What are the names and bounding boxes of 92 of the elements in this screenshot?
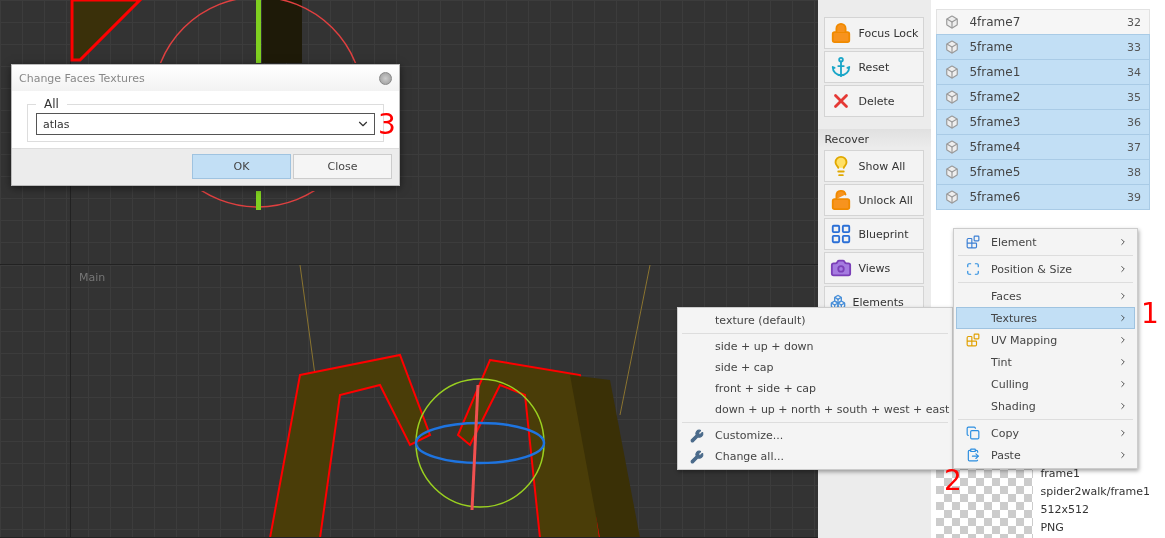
element-row[interactable]: 5frame5 38 <box>936 159 1150 185</box>
chevron-right-icon <box>1118 401 1128 411</box>
element-row[interactable]: 5frame4 37 <box>936 134 1150 160</box>
group-label: All <box>43 97 60 111</box>
element-name: 5frame <box>969 40 1014 54</box>
element-number: 38 <box>1127 165 1141 179</box>
paste-icon <box>966 448 980 462</box>
menu-item[interactable]: side + cap <box>680 357 950 378</box>
wrench-icon <box>690 428 704 443</box>
cube-icon <box>945 40 960 54</box>
expand-icon <box>966 262 980 276</box>
tool-button[interactable]: Show All <box>824 150 925 182</box>
menu-item[interactable]: Change all... <box>680 446 950 467</box>
chevron-right-icon <box>1118 264 1128 274</box>
menu-item[interactable]: Tint <box>956 351 1135 373</box>
tool-button[interactable]: Views <box>824 252 925 284</box>
cube-icon <box>945 65 960 79</box>
element-row[interactable]: 5frame6 39 <box>936 184 1150 210</box>
texture-path: spider2walk/frame1 <box>1040 484 1150 499</box>
chevron-right-icon <box>1118 291 1128 301</box>
element-name: 5frame2 <box>969 90 1022 104</box>
chevron-right-icon <box>1118 428 1128 438</box>
chevron-right-icon <box>1118 450 1128 460</box>
texture-name: frame1 <box>1040 466 1082 481</box>
uv-blocks-icon <box>966 333 980 347</box>
chevron-right-icon <box>1118 313 1128 323</box>
chevron-right-icon <box>1118 335 1128 345</box>
element-number: 37 <box>1127 140 1141 154</box>
dialog-button[interactable]: OK <box>192 154 291 179</box>
element-row[interactable]: 5frame3 36 <box>936 109 1150 135</box>
element-row[interactable]: 5frame 33 <box>936 34 1150 60</box>
tool-button[interactable]: Unlock All <box>824 184 925 216</box>
element-name: 5frame4 <box>969 140 1022 154</box>
cube-icon <box>945 165 960 179</box>
tool-button[interactable]: Delete <box>824 85 925 117</box>
menu-item[interactable]: UV Mapping <box>956 329 1135 351</box>
tool-button[interactable]: Focus Lock <box>824 17 925 49</box>
cube-icon <box>945 15 960 29</box>
step-number: 2 <box>944 467 962 495</box>
element-name: 5frame1 <box>969 65 1022 79</box>
cube-icon <box>945 140 960 154</box>
menu-item[interactable]: Faces <box>956 285 1135 307</box>
step-number: 1 <box>1141 300 1159 328</box>
menu-item[interactable]: Element <box>956 231 1135 253</box>
wrench-icon <box>690 449 704 464</box>
camera-icon <box>830 257 853 279</box>
element-row[interactable]: 5frame2 35 <box>936 84 1150 110</box>
copy-icon <box>966 426 980 440</box>
step-number: 3 <box>378 111 396 139</box>
menu-item[interactable]: Customize... <box>680 425 950 446</box>
menu-item[interactable]: Paste <box>956 444 1135 466</box>
lock-icon <box>830 22 853 44</box>
element-number: 35 <box>1127 90 1141 104</box>
menu-item[interactable]: Culling <box>956 373 1135 395</box>
dialog-title: Change Faces Textures <box>19 71 145 85</box>
element-name: 4frame7 <box>969 15 1022 29</box>
tool-button[interactable]: Blueprint <box>824 218 925 250</box>
element-name: 5frame5 <box>969 165 1022 179</box>
cubes-icon <box>966 235 980 249</box>
unlocked-lock-icon <box>830 189 853 211</box>
cube-icon <box>945 90 960 104</box>
menu-item[interactable]: Copy <box>956 422 1135 444</box>
menu-item[interactable]: Shading <box>956 395 1135 417</box>
menu-item[interactable]: side + up + down <box>680 336 950 357</box>
chevron-right-icon <box>1118 379 1128 389</box>
dialog-button[interactable]: Close <box>293 154 392 179</box>
texture-dropdown[interactable]: atlas <box>36 113 375 135</box>
chevron-right-icon <box>1118 237 1128 247</box>
cubes-icon <box>830 294 847 310</box>
menu-item[interactable]: front + side + cap <box>680 378 950 399</box>
menu-item[interactable]: down + up + north + south + west + east <box>680 399 950 420</box>
blueprint-icon <box>830 223 853 245</box>
chevron-right-icon <box>1118 357 1128 367</box>
close-button[interactable] <box>379 71 392 85</box>
tool-button[interactable]: Reset <box>824 51 925 83</box>
texture-size: 512x512 <box>1040 502 1090 517</box>
anchor-icon <box>830 56 853 78</box>
element-number: 34 <box>1127 65 1141 79</box>
menu-item[interactable]: Textures <box>956 307 1135 329</box>
viewport-label: Main <box>79 271 106 284</box>
cube-icon <box>945 115 960 129</box>
element-name: 5frame3 <box>969 115 1022 129</box>
element-row[interactable]: 4frame7 32 <box>936 9 1150 35</box>
element-number: 36 <box>1127 115 1141 129</box>
element-number: 33 <box>1127 40 1141 54</box>
element-number: 32 <box>1127 15 1141 29</box>
element-name: 5frame6 <box>969 190 1022 204</box>
texture-format: PNG <box>1040 520 1065 535</box>
cube-icon <box>945 190 960 204</box>
element-row[interactable]: 5frame1 34 <box>936 59 1150 85</box>
menu-item[interactable]: Position & Size <box>956 258 1135 280</box>
element-number: 39 <box>1127 190 1141 204</box>
